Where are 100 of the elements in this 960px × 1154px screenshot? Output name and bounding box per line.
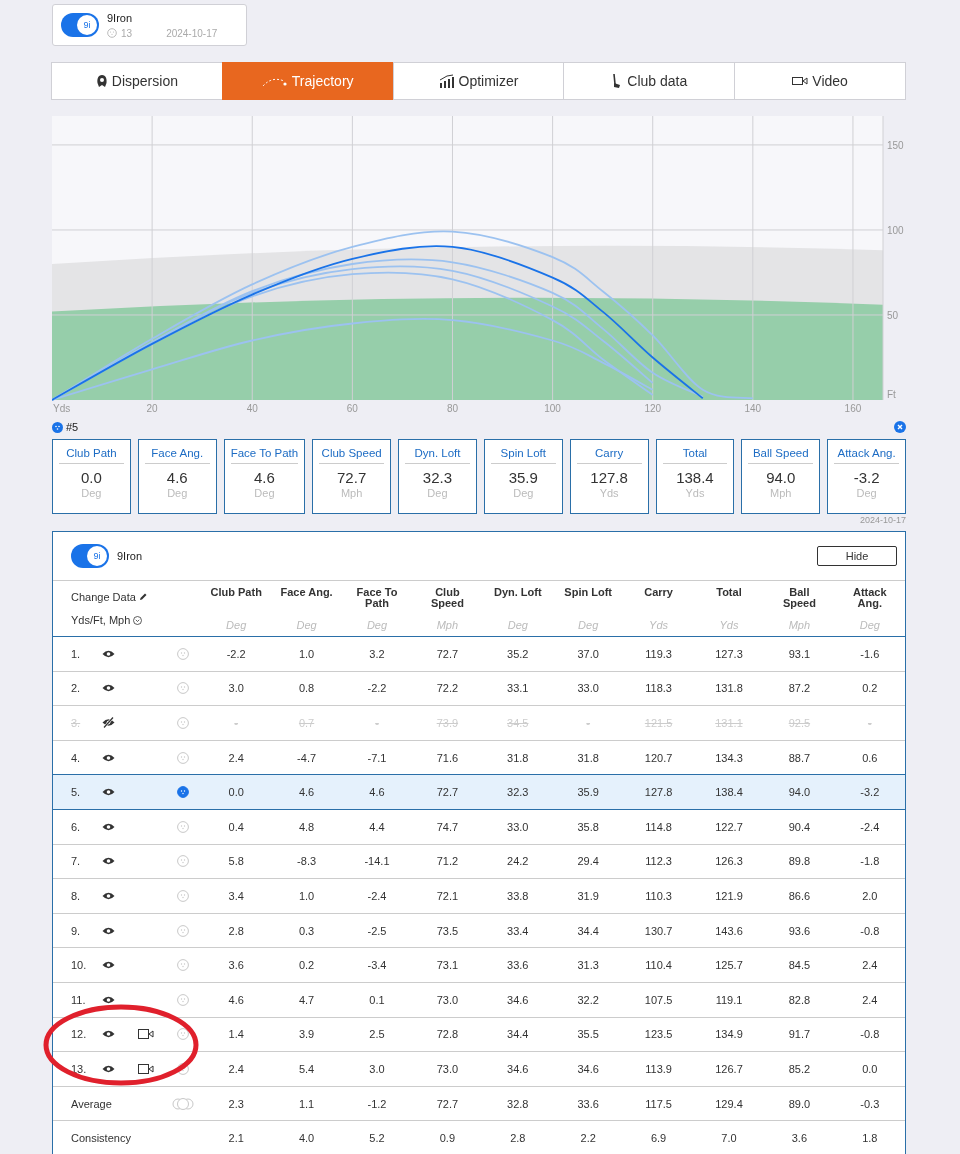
table-cell-text: 0.6: [861, 751, 879, 764]
column-unit: Deg: [296, 618, 317, 631]
table-cell-text: -0.8: [859, 924, 881, 937]
table-cell-text: 2.4: [861, 993, 879, 1006]
table-cell-text: 110.4: [644, 959, 673, 972]
column-unit: Deg: [226, 618, 247, 631]
club-name: 9Iron: [107, 11, 134, 24]
table-cell-text: 0.2: [861, 682, 879, 695]
table-cell-text: 72.7: [435, 1097, 460, 1110]
table-cell-text: 0.4: [227, 820, 245, 833]
table-cell-text: -0.3: [859, 1097, 881, 1110]
table-cell-text: 110.3: [644, 889, 673, 902]
column-header: Spin Loft: [564, 586, 612, 598]
table-cell-text: 1.1: [297, 1097, 316, 1110]
column-unit: Deg: [507, 618, 528, 631]
table-cell-text: 1.0: [297, 647, 316, 660]
table-cell-text: 4.8: [297, 820, 316, 833]
table-cell-text: 33.0: [576, 682, 600, 695]
metric-label: Carry: [576, 440, 642, 464]
metric-value: 72.7: [337, 469, 367, 486]
table-cell-text: 33.0: [506, 820, 530, 833]
table-cell-text: 2.2: [579, 1132, 597, 1145]
table-cell-text: 123.5: [643, 1028, 674, 1041]
table-cell-text: 72.7: [435, 647, 460, 660]
table-cell-text: 118.3: [644, 682, 673, 695]
shot-number: 10.: [71, 959, 88, 972]
table-cell-text: 4.6: [227, 993, 245, 1006]
metric-unit: Mph: [770, 487, 792, 499]
column-header: Face Ang.: [280, 586, 333, 598]
table-cell-text: 2.8: [509, 1132, 527, 1145]
column-unit: Deg: [578, 618, 599, 631]
table-cell-text: 3.2: [368, 647, 386, 660]
table-cell-text: 2.8: [227, 924, 245, 937]
shot-number: 9.: [71, 924, 82, 937]
table-cell-text: 33.4: [506, 924, 530, 937]
table-cell-text: 87.2: [787, 682, 812, 695]
shot-date: 2024-10-17: [859, 515, 906, 527]
table-cell-text: 0.8: [297, 682, 316, 695]
table-cell-text: 5.2: [368, 1132, 386, 1145]
metric-unit: Deg: [254, 487, 275, 499]
table-cell-text: 0.0: [227, 786, 245, 799]
table-cell-text: -4.7: [296, 751, 318, 764]
table-cell-text: 4.6: [297, 786, 316, 799]
table-cell-text: 31.3: [576, 959, 600, 972]
metric-value: 0.0: [81, 469, 102, 486]
table-cell-text: -1.2: [366, 1097, 388, 1110]
metric-label: Ball Speed: [748, 440, 814, 464]
table-cell-text: 72.8: [435, 1028, 460, 1041]
column-header: Face To Path: [355, 586, 399, 609]
table-cell-text: 73.0: [435, 993, 460, 1006]
column-header: Dyn. Loft: [493, 586, 542, 598]
y-tick-label: 150: [887, 139, 904, 151]
metric-label: Face To Path: [230, 440, 299, 464]
table-cell-text: 2.3: [227, 1097, 245, 1110]
table-cell-text: 5.8: [227, 855, 245, 868]
table-cell-text: 31.8: [576, 751, 600, 764]
column-header: Carry: [644, 586, 673, 598]
table-cell-text: -1.6: [859, 647, 881, 660]
table-cell-text: -: [866, 717, 873, 729]
table-cell-text: 125.7: [714, 959, 744, 972]
metric-label: Attack Ang.: [834, 440, 899, 464]
table-cell-text: 134.3: [714, 751, 744, 764]
table-cell-text: 121.9: [714, 889, 744, 902]
column-header: Total: [716, 586, 742, 598]
table-cell-text: 88.7: [787, 751, 812, 764]
metric-unit: Mph: [340, 487, 363, 499]
table-cell-text: 89.0: [787, 1097, 812, 1110]
x-tick-label: 20: [146, 403, 158, 414]
table-cell-text: 130.7: [643, 924, 674, 937]
club-badge: 9i: [87, 546, 107, 566]
column-unit: Yds: [649, 618, 669, 631]
x-tick-label: 80: [446, 403, 459, 414]
table-cell-text: 34.4: [506, 1028, 530, 1041]
table-cell-text: 3.9: [297, 1028, 316, 1041]
y-tick-label: 100: [887, 224, 904, 236]
table-cell-text: 0.1: [368, 993, 386, 1006]
table-cell-text: 2.5: [368, 1028, 386, 1041]
table-cell-text: 35.8: [576, 820, 600, 833]
table-cell-text: -7.1: [366, 751, 388, 764]
table-cell-text: 0.2: [297, 959, 316, 972]
table-cell-text: 126.3: [714, 855, 744, 868]
table-cell-text: 91.7: [787, 1028, 812, 1041]
table-cell-text: 31.9: [576, 889, 600, 902]
table-cell-text: 35.9: [576, 786, 600, 799]
table-cell-text: -3.4: [366, 959, 388, 972]
table-cell-text: 2.4: [861, 959, 879, 972]
table-cell-text: 131.8: [714, 682, 744, 695]
table-cell-text: -3.2: [859, 786, 881, 799]
table-cell-text: -8.3: [296, 855, 318, 868]
table-cell-text: -2.5: [366, 924, 388, 937]
column-unit: Mph: [436, 618, 459, 631]
table-cell-text: 85.2: [787, 1062, 812, 1075]
shot-number: 6.: [71, 820, 82, 833]
table-cell-text: 114.8: [644, 820, 673, 833]
metric-value: 35.9: [508, 469, 538, 486]
metric-label: Club Path: [59, 440, 124, 464]
table-cell-text: -: [233, 717, 240, 729]
shot-number: 11.: [71, 993, 87, 1006]
table-cell-text: 34.4: [576, 924, 600, 937]
shot-number: 1.: [71, 647, 82, 660]
